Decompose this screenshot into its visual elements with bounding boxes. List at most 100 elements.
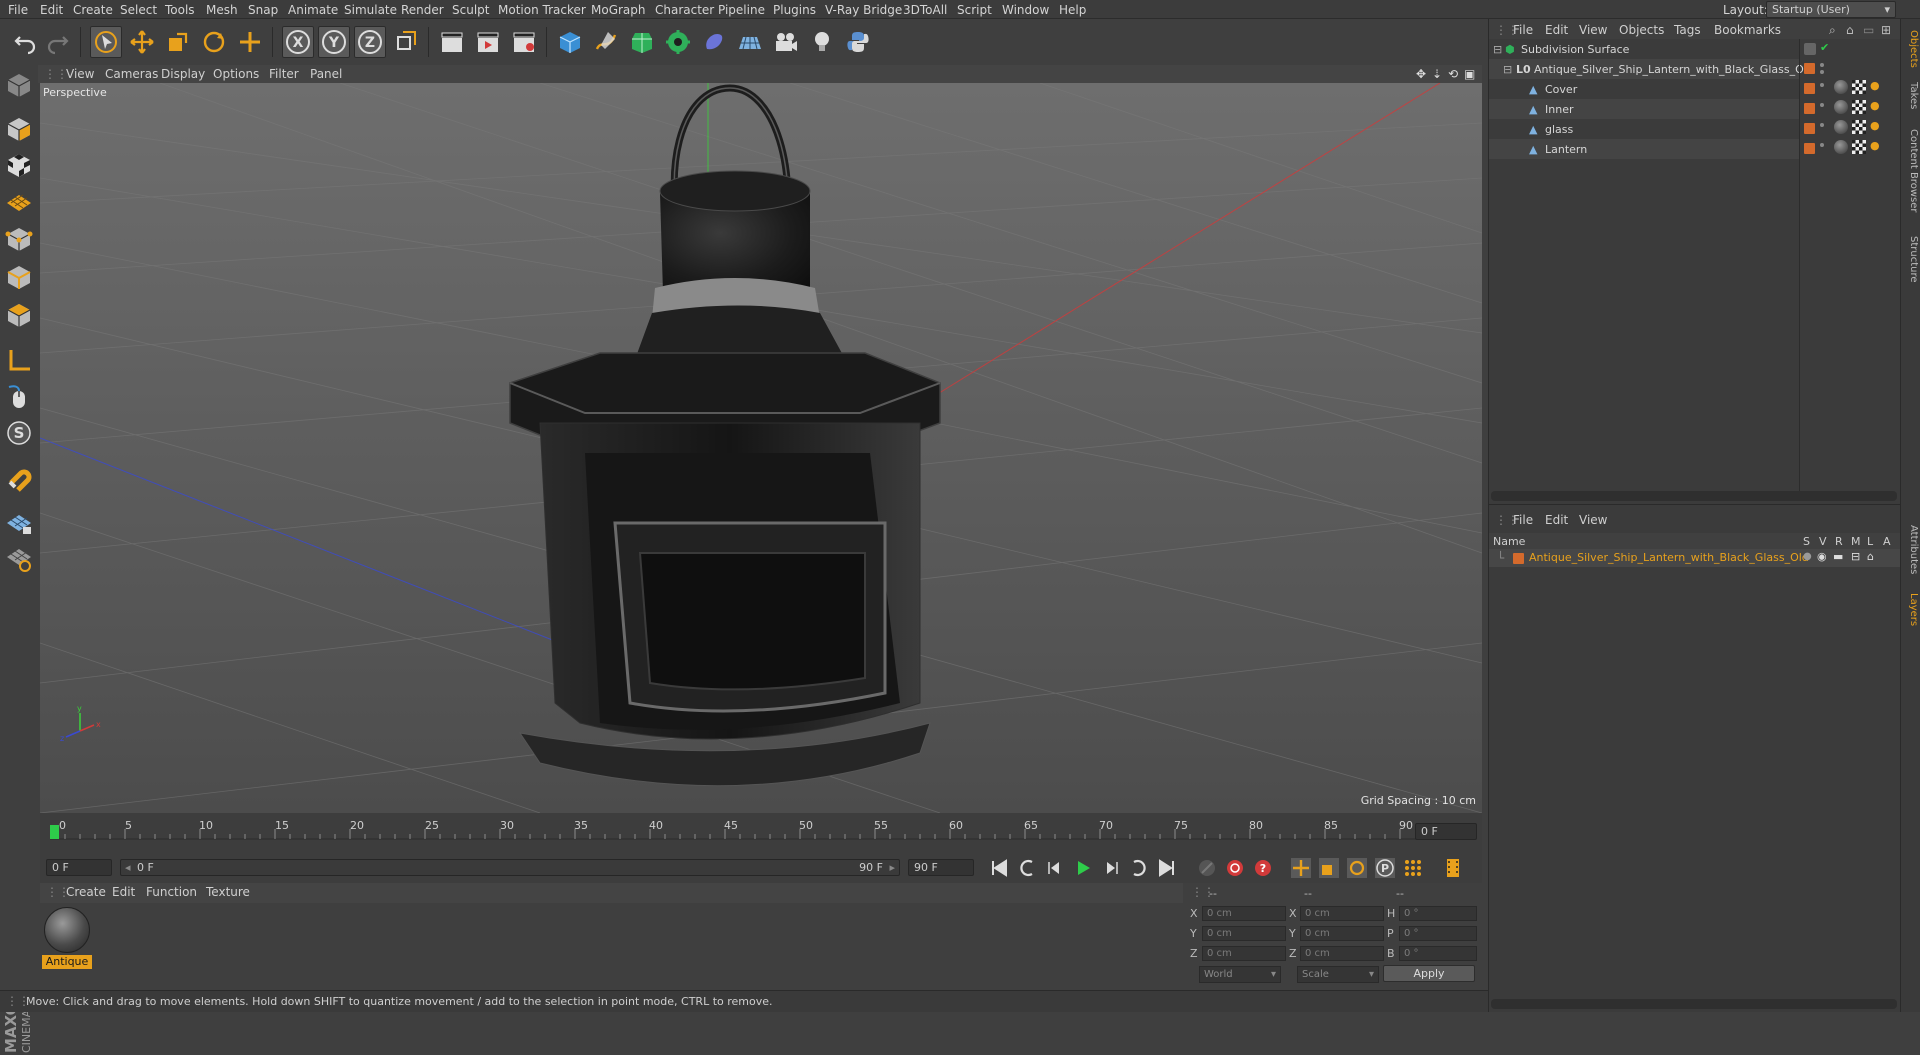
menu-vray-bridge[interactable]: V-Ray Bridge (825, 3, 902, 17)
viewport-menu-cameras[interactable]: Cameras (105, 67, 158, 81)
menu-motion-tracker[interactable]: Motion Tracker (498, 3, 586, 17)
y-axis-lock-button[interactable]: Y (318, 26, 350, 58)
keyframe-selection-button[interactable]: ? (1250, 855, 1276, 881)
texture-tag-icon[interactable] (1852, 100, 1866, 114)
object-row-lantern-null[interactable]: ⊟ L0 Antique_Silver_Ship_Lantern_with_Bl… (1489, 59, 1814, 79)
object-menu-objects[interactable]: Objects (1619, 23, 1664, 37)
floor-button[interactable] (734, 26, 766, 58)
tweak-mode-button[interactable] (3, 381, 35, 413)
size-x-field[interactable]: 0 cm (1300, 906, 1384, 921)
redo-button[interactable] (42, 26, 74, 58)
texture-mode-button[interactable] (3, 149, 35, 181)
collapse-toggle-icon[interactable]: ⊟ (1503, 63, 1512, 76)
side-tab-attributes[interactable]: Attributes (1903, 519, 1919, 581)
menu-script[interactable]: Script (957, 3, 992, 17)
render-view-button[interactable] (436, 26, 468, 58)
python-button[interactable] (842, 26, 874, 58)
coordinate-space-select[interactable]: World ▾ (1199, 966, 1281, 983)
side-tab-content-browser[interactable]: Content Browser (1903, 119, 1919, 223)
edges-mode-button[interactable] (3, 261, 35, 293)
object-menu-view[interactable]: View (1579, 23, 1607, 37)
current-frame-field[interactable]: 0 F (1415, 823, 1477, 840)
menu-mograph[interactable]: MoGraph (591, 3, 646, 17)
collapse-toggle-icon[interactable]: ⊟ (1493, 43, 1502, 56)
material-tag-icon[interactable] (1834, 100, 1848, 114)
object-row-cover[interactable]: ▲ Cover (1489, 79, 1799, 99)
texture-tag-icon[interactable] (1852, 80, 1866, 94)
position-x-field[interactable]: 0 cm (1202, 906, 1286, 921)
pen-button[interactable] (590, 26, 622, 58)
go-to-end-button[interactable] (1154, 855, 1180, 881)
object-row-inner[interactable]: ▲ Inner (1489, 99, 1799, 119)
search-icon[interactable]: ⌕ (1829, 23, 1836, 38)
position-y-field[interactable]: 0 cm (1202, 926, 1286, 941)
material-preview-sphere[interactable] (44, 907, 90, 953)
next-frame-button[interactable] (1098, 855, 1124, 881)
next-key-button[interactable] (1126, 855, 1152, 881)
side-tab-structure[interactable]: Structure (1903, 229, 1919, 289)
key-parameter-button[interactable]: P (1372, 855, 1398, 881)
menu-file[interactable]: File (8, 3, 28, 17)
viewport-maximize-icon[interactable]: ▣ (1464, 67, 1475, 81)
rotation-h-field[interactable]: 0 ° (1399, 906, 1477, 921)
side-tab-objects[interactable]: Objects (1903, 25, 1919, 73)
layer-menu-view[interactable]: View (1579, 513, 1607, 527)
object-menu-tags[interactable]: Tags (1674, 23, 1701, 37)
material-tag-icon[interactable] (1834, 80, 1848, 94)
texture-tag-icon[interactable] (1852, 120, 1866, 134)
position-z-field[interactable]: 0 cm (1202, 946, 1286, 961)
menu-animate[interactable]: Animate (288, 3, 338, 17)
side-tab-layers[interactable]: Layers (1903, 589, 1919, 631)
menu-character[interactable]: Character (655, 3, 714, 17)
size-z-field[interactable]: 0 cm (1300, 946, 1384, 961)
apply-button[interactable]: Apply (1383, 965, 1475, 982)
menu-edit[interactable]: Edit (40, 3, 63, 17)
make-editable-button[interactable] (3, 69, 35, 101)
layer-color-swatch[interactable] (1804, 83, 1815, 94)
home-icon[interactable]: ⌂ (1846, 23, 1854, 37)
viewport-menu-panel[interactable]: Panel (310, 67, 342, 81)
timeline-ruler[interactable]: 0 5 10 15 20 25 30 35 40 45 50 55 60 65 … (40, 813, 1482, 851)
material-name-label[interactable]: Antique (42, 955, 92, 969)
phong-tag-icon[interactable]: ● (1870, 99, 1880, 112)
undo-button[interactable] (9, 26, 41, 58)
menu-simulate[interactable]: Simulate (344, 3, 397, 17)
rotation-p-field[interactable]: 0 ° (1399, 926, 1477, 941)
object-menu-file[interactable]: File (1513, 23, 1533, 37)
points-mode-button[interactable] (3, 223, 35, 255)
key-scale-button[interactable] (1316, 855, 1342, 881)
move-button[interactable] (126, 26, 158, 58)
live-selection-button[interactable] (90, 26, 122, 58)
snap-button[interactable]: S (3, 417, 35, 449)
object-horizontal-scrollbar[interactable] (1491, 491, 1897, 501)
key-position-button[interactable] (1288, 855, 1314, 881)
material-menu-function[interactable]: Function (146, 885, 197, 899)
camera-button[interactable] (770, 26, 802, 58)
layer-row[interactable]: └ Antique_Silver_Ship_Lantern_with_Black… (1489, 549, 1901, 567)
menu-pipeline[interactable]: Pipeline (718, 3, 765, 17)
material-tag-icon[interactable] (1834, 120, 1848, 134)
planar-workplane-button[interactable] (3, 543, 35, 575)
coordinate-system-button[interactable] (390, 26, 422, 58)
eye-icon[interactable]: ◉ (1817, 550, 1827, 563)
viewport-menu-options[interactable]: Options (213, 67, 259, 81)
layer-menu-edit[interactable]: Edit (1545, 513, 1568, 527)
previous-frame-button[interactable] (1042, 855, 1068, 881)
menu-sculpt[interactable]: Sculpt (452, 3, 489, 17)
folder-icon[interactable]: ▭ (1863, 23, 1874, 37)
size-mode-select[interactable]: Scale ▾ (1297, 966, 1379, 983)
model-mode-button[interactable] (3, 113, 35, 145)
solo-dot-icon[interactable]: ● (1803, 551, 1812, 562)
go-to-start-button[interactable] (986, 855, 1012, 881)
material-menu-texture[interactable]: Texture (206, 885, 250, 899)
layout-select[interactable]: Startup (User) ▾ (1766, 1, 1896, 18)
rotation-b-field[interactable]: 0 ° (1399, 946, 1477, 961)
phong-tag-icon[interactable]: ● (1870, 139, 1880, 152)
object-menu-edit[interactable]: Edit (1545, 23, 1568, 37)
layer-color-swatch[interactable] (1513, 553, 1524, 564)
magnet-button[interactable] (3, 463, 35, 495)
x-axis-lock-button[interactable]: X (282, 26, 314, 58)
viewport-dolly-icon[interactable]: ⇣ (1432, 67, 1442, 81)
viewport-menu-view[interactable]: View (66, 67, 94, 81)
menu-render[interactable]: Render (401, 3, 444, 17)
